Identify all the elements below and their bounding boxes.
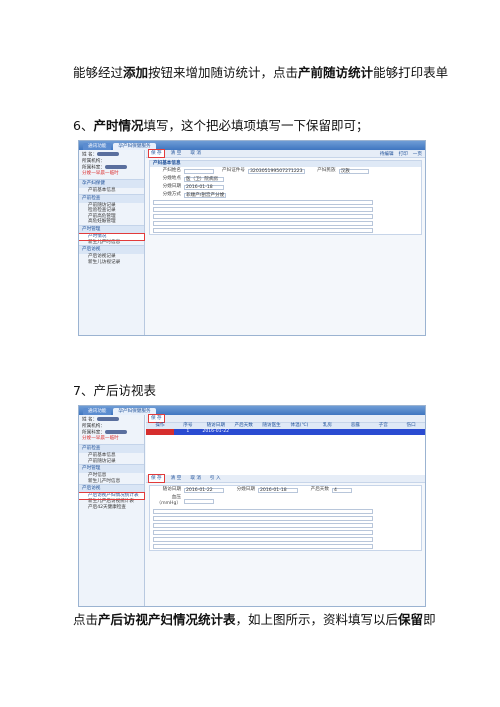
tab-comm[interactable]: 通讯功能	[83, 408, 112, 415]
section-heading-7: 7、产后访视表	[73, 383, 156, 398]
form-toolbar: 保 存 清 空 取 消 引 入	[146, 474, 425, 483]
table-cell	[258, 429, 286, 435]
form-row[interactable]	[153, 537, 373, 542]
delivery-place-field[interactable]: 医（卫）院病房	[184, 176, 224, 182]
user-info: 姓 名： 所属机构： 所属科室： 分娩一早晨一临时	[79, 150, 144, 179]
form-row[interactable]	[153, 207, 373, 212]
table-cell	[313, 429, 341, 435]
page-link[interactable]: 一页	[413, 151, 422, 157]
save-button[interactable]: 保 存	[148, 149, 165, 158]
clear-button[interactable]: 清 空	[169, 475, 184, 482]
main-area: 保 存 清 空 取 消 待编辑 打印 一页 产妇基本信息 产妇姓名 产妇证件号 3…	[146, 149, 425, 335]
grid-empty-area	[146, 435, 425, 475]
paragraph-4: 点击产后访视产妇情况统计表，如上图所示，资料填写以后保留即	[73, 612, 436, 627]
table-cell: 2016-01-22	[202, 429, 230, 434]
table-cell	[397, 429, 425, 435]
form-section: 产妇基本信息 产妇姓名 产妇证件号 320305199507271223 产妇民族…	[149, 160, 422, 235]
delivery-method-field[interactable]: 非顺产/剖宫产分娩	[184, 192, 227, 198]
form-row[interactable]	[153, 523, 373, 528]
toolbar: 保 存	[146, 414, 425, 423]
postpartum-days-field[interactable]: 4	[332, 487, 352, 493]
cancel-button[interactable]: 取 消	[188, 475, 203, 482]
table-cell	[341, 429, 369, 435]
sidebar-head[interactable]: 产前检查	[79, 444, 144, 453]
pending-link[interactable]: 待编辑	[380, 151, 394, 157]
tab-bar: 通讯功能 孕产妇保健服务	[79, 406, 425, 415]
screenshot-postpartum-form: 通讯功能 孕产妇保健服务 姓 名： 所属机构： 所属科室： 分娩一早晨一临时 产…	[78, 405, 426, 607]
print-link[interactable]: 打印	[399, 151, 408, 157]
tab-maternal[interactable]: 孕产妇保健服务	[113, 408, 156, 415]
tab-comm[interactable]: 通讯功能	[83, 143, 112, 150]
form-row[interactable]	[153, 509, 373, 514]
add-button[interactable]: 保 存	[148, 414, 165, 423]
sidebar-head[interactable]: 孕产妇保健	[79, 179, 144, 188]
mother-name-field[interactable]	[184, 168, 214, 174]
sidebar-head[interactable]: 产时管理	[79, 224, 144, 234]
form-row[interactable]	[153, 228, 373, 233]
form-row[interactable]	[153, 544, 373, 549]
user-info: 姓 名： 所属机构： 所属科室： 分娩一早晨一临时	[79, 415, 144, 444]
table-cell: 1	[186, 429, 190, 434]
form-row[interactable]	[153, 516, 373, 521]
mother-id-field[interactable]: 320305199507271223	[248, 168, 305, 174]
table-row[interactable]: 1 2016-01-22	[146, 429, 425, 435]
tab-maternal[interactable]: 孕产妇保健服务	[113, 143, 156, 150]
tab-bar: 通讯功能 孕产妇保健服务	[79, 141, 425, 150]
table-cell	[230, 429, 258, 435]
table-cell	[369, 429, 397, 435]
main-area: 保 存 操作 序号 随访日期 产后天数 随访医生 体温(℃) 乳房 恶露 子宫 伤口 1 2016-…	[146, 414, 425, 606]
sidebar-item[interactable]: 新生儿访视记录	[79, 260, 144, 266]
form-row[interactable]	[153, 200, 373, 205]
form-row[interactable]	[153, 530, 373, 535]
save-button[interactable]: 保 存	[148, 474, 165, 483]
table-cell	[286, 429, 314, 435]
paragraph-1: 能够经过添加按钮来增加随访统计，点击产前随访统计能够打印表单	[73, 65, 449, 80]
ethnicity-field[interactable]: 汉族	[338, 168, 369, 174]
delivery-date-field[interactable]: 2016-01-18	[184, 184, 224, 190]
form-section: 随访日期 2016-01-22 分娩日期 2016-01-18 产后天数 4 血压（m…	[149, 485, 422, 551]
visit-date-field[interactable]: 2016-01-22	[184, 487, 224, 493]
clear-button[interactable]: 清 空	[169, 150, 184, 157]
sidebar-item[interactable]: 产后42天健康检查	[79, 505, 144, 511]
sidebar-head[interactable]: 产前检查	[79, 193, 144, 203]
sidebar: 姓 名： 所属机构： 所属科室： 分娩一早晨一临时 孕产妇保健 产前基本信息 产…	[79, 150, 145, 335]
sidebar: 姓 名： 所属机构： 所属科室： 分娩一早晨一临时 产前检查 产前基本信息 产前…	[79, 415, 145, 606]
cancel-button[interactable]: 取 消	[188, 150, 203, 157]
form-row[interactable]	[153, 221, 373, 226]
table-cell	[146, 429, 174, 435]
sidebar-head[interactable]: 产后访视	[79, 245, 144, 255]
blood-pressure-field[interactable]	[184, 498, 214, 504]
section-heading-6: 6、产时情况填写，这个把必填项填写一下保留即可；	[73, 118, 369, 133]
import-button[interactable]: 引 入	[208, 475, 223, 482]
sidebar-head[interactable]: 产时管理	[79, 464, 144, 474]
delivery-date-field[interactable]: 2016-01-18	[258, 487, 298, 493]
form-row[interactable]	[153, 214, 373, 219]
screenshot-delivery-form: 通讯功能 孕产妇保健服务 姓 名： 所属机构： 所属科室： 分娩一早晨一临时 孕…	[78, 140, 426, 336]
top-actions: 待编辑 打印 一页	[380, 151, 422, 157]
